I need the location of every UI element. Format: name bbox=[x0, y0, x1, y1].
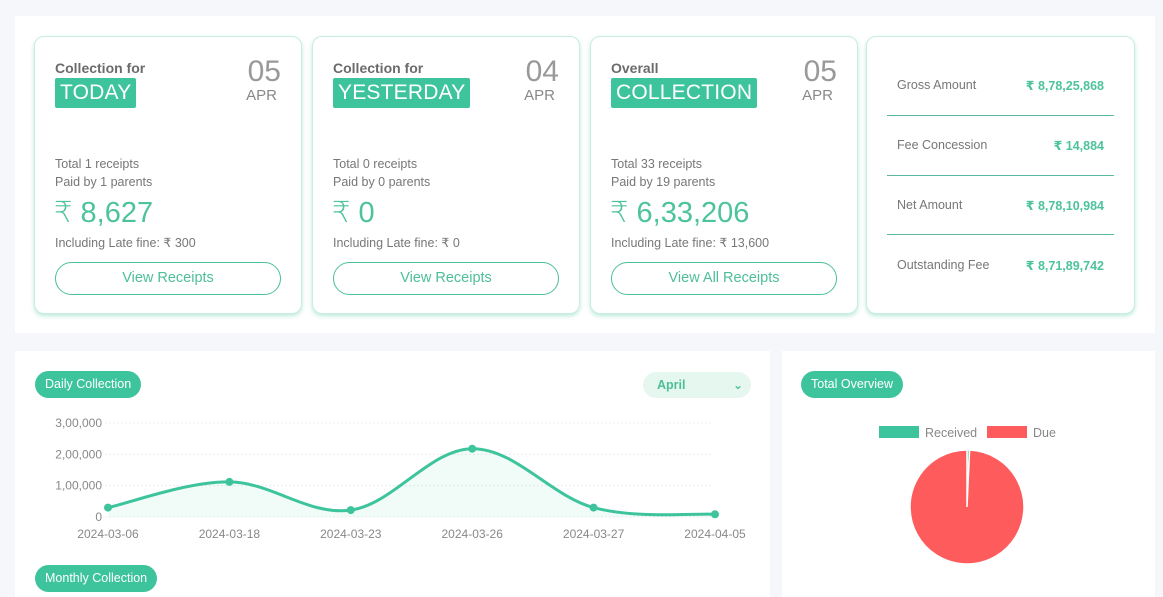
card-tag: YESTERDAY bbox=[333, 78, 471, 108]
daily-collection-title: Daily Collection bbox=[35, 371, 142, 398]
overall-collection-card: Overall COLLECTION 05 APR Total 33 recei… bbox=[590, 36, 858, 314]
date-day: 05 bbox=[803, 55, 837, 88]
today-collection-card: Collection for TODAY 05 APR Total 1 rece… bbox=[34, 36, 302, 314]
data-point bbox=[225, 477, 234, 486]
yesterday-collection-card: Collection for YESTERDAY 04 APR Total 0 … bbox=[312, 36, 580, 314]
legend-swatch-received bbox=[879, 426, 919, 438]
monthly-collection-title: Monthly Collection bbox=[35, 565, 158, 592]
area-fill bbox=[108, 448, 715, 517]
card-tag: COLLECTION bbox=[611, 78, 758, 108]
receipts-count: Total 1 receipts bbox=[55, 157, 140, 171]
parents-count: Paid by 1 parents bbox=[55, 175, 153, 189]
late-fine: Including Late fine: ₹ 13,600 bbox=[611, 236, 770, 250]
y-tick-label: 2,00,000 bbox=[55, 447, 102, 461]
card-subtitle: Overall bbox=[611, 60, 659, 76]
data-point bbox=[468, 444, 477, 453]
card-subtitle: Collection for bbox=[55, 60, 146, 76]
summary-label: Fee Concession bbox=[897, 138, 988, 152]
x-tick-label: 2024-03-23 bbox=[320, 527, 382, 541]
x-tick-label: 2024-03-27 bbox=[563, 527, 625, 541]
summary-value: ₹ 8,78,10,984 bbox=[1025, 199, 1104, 213]
net-amount-row: Net Amount ₹ 8,78,10,984 bbox=[887, 175, 1114, 235]
date-month: APR bbox=[524, 87, 555, 104]
total-overview-panel: Received Due Total Overview bbox=[782, 351, 1155, 597]
late-fine: Including Late fine: ₹ 300 bbox=[55, 236, 196, 250]
legend-label: Received bbox=[925, 426, 977, 440]
card-tag: TODAY bbox=[55, 78, 137, 108]
gross-amount-row: Gross Amount ₹ 8,78,25,868 bbox=[887, 55, 1114, 115]
summary-label: Outstanding Fee bbox=[897, 258, 990, 272]
view-receipts-button[interactable]: View Receipts bbox=[333, 262, 559, 295]
date-day: 05 bbox=[247, 55, 281, 88]
date-month: APR bbox=[246, 87, 277, 104]
parents-count: Paid by 0 parents bbox=[333, 175, 431, 189]
receipts-count: Total 33 receipts bbox=[611, 157, 703, 171]
receipts-count: Total 0 receipts bbox=[333, 157, 418, 171]
date-day: 04 bbox=[525, 55, 559, 88]
card-subtitle: Collection for bbox=[333, 60, 424, 76]
x-tick-label: 2024-03-06 bbox=[77, 527, 139, 541]
chevron-down-icon: ⌄ bbox=[732, 378, 743, 392]
month-select[interactable]: April ⌄ bbox=[643, 372, 751, 398]
x-tick-label: 2024-03-26 bbox=[442, 527, 504, 541]
summary-label: Gross Amount bbox=[897, 78, 977, 92]
summary-value: ₹ 8,78,25,868 bbox=[1025, 79, 1104, 93]
pie-slice-due bbox=[909, 449, 1025, 565]
summary-value: ₹ 8,71,89,742 bbox=[1025, 259, 1104, 273]
fee-concession-row: Fee Concession ₹ 14,884 bbox=[887, 115, 1114, 175]
view-receipts-button[interactable]: View Receipts bbox=[55, 262, 281, 295]
x-tick-label: 2024-03-18 bbox=[199, 527, 261, 541]
data-point bbox=[346, 506, 355, 515]
data-point bbox=[104, 503, 112, 512]
x-tick-label: 2024-04-05 bbox=[684, 527, 746, 541]
daily-collection-panel: 0 1,00,000 2,00,000 3,00,000 2024-03-06 2024-… bbox=[15, 351, 770, 597]
collection-amount: ₹ 8,627 bbox=[54, 197, 154, 229]
legend-swatch-due bbox=[987, 426, 1027, 438]
summary-panel: Collection for TODAY 05 APR Total 1 rece… bbox=[15, 16, 1155, 333]
outstanding-fee-row: Outstanding Fee ₹ 8,71,89,742 bbox=[887, 235, 1114, 295]
data-point bbox=[711, 510, 719, 519]
late-fine: Including Late fine: ₹ 0 bbox=[333, 236, 460, 250]
legend-label: Due bbox=[1033, 426, 1056, 440]
data-point bbox=[589, 503, 598, 512]
summary-value: ₹ 14,884 bbox=[1053, 139, 1104, 153]
date-month: APR bbox=[802, 87, 833, 104]
total-overview-title: Total Overview bbox=[801, 371, 903, 398]
fee-summary-card: Gross Amount ₹ 8,78,25,868 Fee Concessio… bbox=[866, 36, 1135, 314]
collection-amount: ₹ 0 bbox=[332, 197, 375, 229]
y-tick-label: 1,00,000 bbox=[55, 479, 102, 493]
collection-amount: ₹ 6,33,206 bbox=[610, 197, 750, 229]
summary-label: Net Amount bbox=[897, 198, 963, 212]
view-all-receipts-button[interactable]: View All Receipts bbox=[611, 262, 837, 295]
month-select-value: April bbox=[657, 378, 686, 392]
y-tick-label: 0 bbox=[95, 510, 102, 524]
y-tick-label: 3,00,000 bbox=[55, 416, 102, 430]
parents-count: Paid by 19 parents bbox=[611, 175, 716, 189]
